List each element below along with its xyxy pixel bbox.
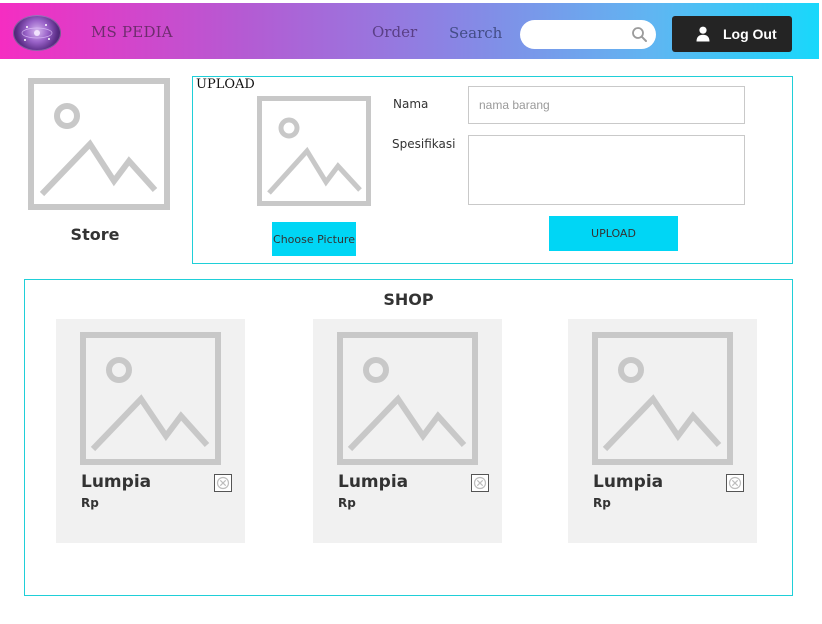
logout-label: Log Out xyxy=(723,26,777,42)
upload-image-placeholder-icon xyxy=(257,96,371,206)
shop-panel: SHOP Lumpia Rp Lumpia Rp Lumpia Rp xyxy=(24,279,793,596)
upload-panel: UPLOAD Choose Picture Nama Spesifikasi U… xyxy=(192,76,793,264)
product-name: Lumpia xyxy=(593,472,664,492)
spesifikasi-textarea[interactable] xyxy=(468,135,745,205)
product-price: Rp xyxy=(593,496,611,510)
product-card[interactable]: Lumpia Rp xyxy=(56,319,245,543)
upload-button[interactable]: UPLOAD xyxy=(549,216,678,251)
galaxy-logo-icon[interactable] xyxy=(13,15,61,51)
nav-order-link[interactable]: Order xyxy=(372,23,417,41)
choose-picture-button[interactable]: Choose Picture xyxy=(272,222,356,256)
product-image-placeholder-icon xyxy=(80,332,221,465)
store-image-placeholder-icon xyxy=(28,78,170,210)
brand-title[interactable]: MS PEDIA xyxy=(91,23,173,41)
product-name: Lumpia xyxy=(81,472,152,492)
close-box-icon[interactable] xyxy=(726,474,744,492)
logout-button[interactable]: Log Out xyxy=(672,16,792,52)
close-box-icon[interactable] xyxy=(471,474,489,492)
upload-title: UPLOAD xyxy=(196,77,255,92)
user-icon xyxy=(696,26,710,42)
product-image-placeholder-icon xyxy=(592,332,733,465)
nav-search-link[interactable]: Search xyxy=(449,24,502,42)
product-price: Rp xyxy=(338,496,356,510)
search-box xyxy=(520,20,656,49)
product-image-placeholder-icon xyxy=(337,332,478,465)
store-label: Store xyxy=(70,225,120,244)
nama-input[interactable] xyxy=(468,86,745,124)
close-box-icon[interactable] xyxy=(214,474,232,492)
shop-title: SHOP xyxy=(383,290,434,309)
nama-label: Nama xyxy=(393,97,429,111)
product-name: Lumpia xyxy=(338,472,409,492)
search-icon[interactable] xyxy=(631,26,648,43)
product-card[interactable]: Lumpia Rp xyxy=(568,319,757,543)
product-price: Rp xyxy=(81,496,99,510)
product-card[interactable]: Lumpia Rp xyxy=(313,319,502,543)
header-bar: MS PEDIA Order Search Log Out xyxy=(0,3,819,59)
search-input[interactable] xyxy=(530,20,634,47)
spesifikasi-label: Spesifikasi xyxy=(392,137,456,151)
